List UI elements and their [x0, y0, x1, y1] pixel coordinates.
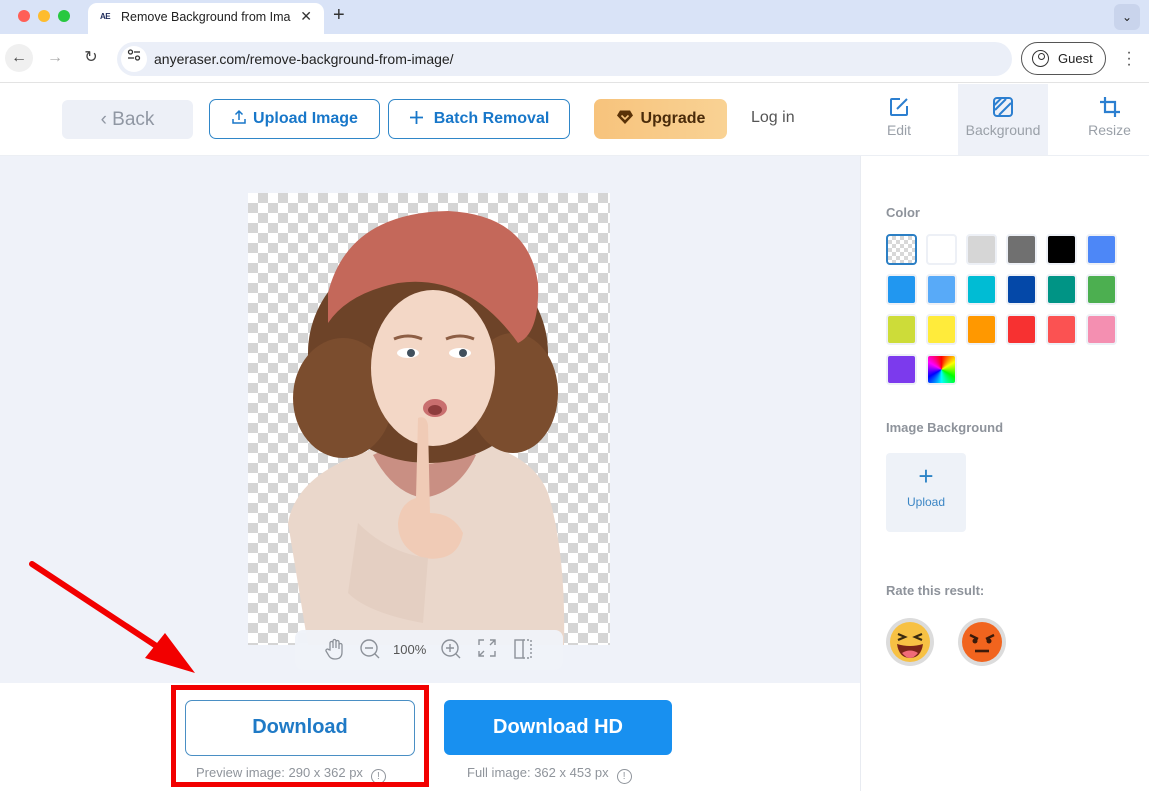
upload-background-button[interactable]: + Upload: [886, 453, 966, 532]
compare-icon[interactable]: [513, 638, 533, 665]
tab-resize-label: Resize: [1088, 122, 1131, 138]
tab-resize[interactable]: Resize: [1070, 84, 1149, 155]
background-sidebar: Color Image Background + Upload Rate thi…: [860, 156, 1149, 791]
color-swatch-pink[interactable]: [1086, 314, 1117, 345]
image-background-title: Image Background: [886, 420, 1004, 435]
zoom-level: 100%: [393, 642, 427, 657]
page: AE Remove Background from Ima ✕ + ⌄ ← → …: [0, 0, 1149, 791]
maximize-window-button[interactable]: [58, 10, 70, 22]
color-swatch-coral[interactable]: [1046, 314, 1077, 345]
close-window-button[interactable]: [18, 10, 30, 22]
plus-icon: [409, 111, 423, 124]
favicon-icon: AE: [100, 12, 111, 21]
back-button[interactable]: ‹ Back: [62, 100, 193, 139]
color-swatch-lime[interactable]: [886, 314, 917, 345]
upload-image-button[interactable]: Upload Image: [209, 99, 380, 139]
tab-edit[interactable]: Edit: [860, 84, 938, 155]
edit-icon: [890, 98, 908, 116]
color-swatch-purple[interactable]: [886, 354, 917, 385]
login-link[interactable]: Log in: [751, 109, 795, 127]
color-swatch-rainbow[interactable]: [926, 354, 957, 385]
browser-tab-bar: AE Remove Background from Ima ✕ + ⌄: [0, 0, 1149, 34]
info-icon[interactable]: !: [616, 769, 632, 784]
subject-image: [288, 211, 565, 645]
color-swatch-cyan[interactable]: [966, 274, 997, 305]
tab-background-label: Background: [965, 122, 1041, 138]
new-tab-button[interactable]: +: [333, 4, 345, 27]
diamond-heart-icon: [616, 110, 633, 124]
browser-toolbar: ← → ↻ anyeraser.com/remove-background-fr…: [0, 34, 1149, 83]
color-swatch-gray[interactable]: [1006, 234, 1037, 265]
upgrade-label: Upgrade: [640, 110, 706, 127]
rate-result-title: Rate this result:: [886, 583, 985, 598]
tab-background[interactable]: Background: [958, 84, 1048, 155]
download-hd-button[interactable]: Download HD: [444, 700, 672, 755]
result-image-canvas[interactable]: [248, 193, 610, 645]
color-section-title: Color: [886, 205, 920, 220]
angry-emoji-icon: [962, 622, 1002, 662]
color-swatch-orange[interactable]: [966, 314, 997, 345]
hand-icon[interactable]: [325, 638, 345, 665]
color-swatch-light-blue[interactable]: [926, 274, 957, 305]
full-image-note: Full image: 362 x 453 px!: [467, 765, 632, 784]
tab-edit-label: Edit: [886, 122, 912, 138]
back-label: Back: [112, 109, 155, 130]
full-image-text: Full image: 362 x 453 px: [467, 765, 609, 780]
color-swatch-red[interactable]: [1006, 314, 1037, 345]
upload-background-label: Upload: [906, 495, 946, 509]
minimize-window-button[interactable]: [38, 10, 50, 22]
zoom-out-icon[interactable]: [359, 638, 381, 665]
tab-search-chevron-icon[interactable]: ⌄: [1114, 4, 1140, 30]
url-text[interactable]: anyeraser.com/remove-background-from-ima…: [154, 51, 454, 67]
background-icon: [993, 97, 1013, 117]
upgrade-button[interactable]: Upgrade: [594, 99, 727, 139]
tab-title: Remove Background from Ima: [121, 10, 291, 24]
forward-arrow-icon[interactable]: →: [41, 44, 69, 72]
laughing-emoji-icon: [890, 622, 930, 662]
color-swatch-teal[interactable]: [1046, 274, 1077, 305]
download-bar: Download Download HD Preview image: 290 …: [0, 683, 860, 791]
reload-icon[interactable]: ↻: [77, 44, 105, 72]
color-swatch-blue[interactable]: [886, 274, 917, 305]
profile-button[interactable]: Guest: [1021, 42, 1106, 75]
color-swatch-black[interactable]: [1046, 234, 1077, 265]
app-header: ‹ Back Upload Image Batch Removal Upgrad…: [0, 84, 1149, 156]
zoom-in-icon[interactable]: [440, 638, 462, 665]
more-menu-icon[interactable]: · · ·: [1124, 45, 1134, 73]
upload-image-label: Upload Image: [253, 110, 358, 127]
zoom-toolbar: 100%: [295, 630, 563, 670]
profile-label: Guest: [1058, 51, 1093, 66]
rate-good-button[interactable]: [886, 618, 934, 666]
site-settings-icon[interactable]: [121, 46, 147, 72]
chevron-left-icon: ‹: [100, 109, 113, 130]
back-arrow-icon[interactable]: ←: [5, 44, 33, 72]
download-highlight-box: [171, 685, 429, 787]
color-swatch-navy[interactable]: [1006, 274, 1037, 305]
color-swatch-yellow[interactable]: [926, 314, 957, 345]
upload-icon: [232, 109, 246, 124]
color-swatch-white[interactable]: [926, 234, 957, 265]
color-swatch-cornflower-blue[interactable]: [1086, 234, 1117, 265]
color-swatch-green[interactable]: [1086, 274, 1117, 305]
color-swatch-light-gray[interactable]: [966, 234, 997, 265]
profile-icon: [1032, 50, 1049, 67]
address-bar[interactable]: anyeraser.com/remove-background-from-ima…: [117, 42, 1012, 76]
batch-removal-label: Batch Removal: [433, 110, 550, 127]
crop-icon: [1099, 97, 1120, 117]
plus-icon: +: [918, 461, 934, 491]
color-swatch-transparent[interactable]: [886, 234, 917, 265]
tab-close-icon[interactable]: ✕: [300, 8, 312, 25]
batch-removal-button[interactable]: Batch Removal: [388, 99, 570, 139]
rate-bad-button[interactable]: [958, 618, 1006, 666]
red-arrow-annotation: [29, 561, 195, 673]
fullscreen-icon[interactable]: [477, 638, 497, 663]
browser-tab[interactable]: AE Remove Background from Ima ✕: [88, 3, 324, 34]
